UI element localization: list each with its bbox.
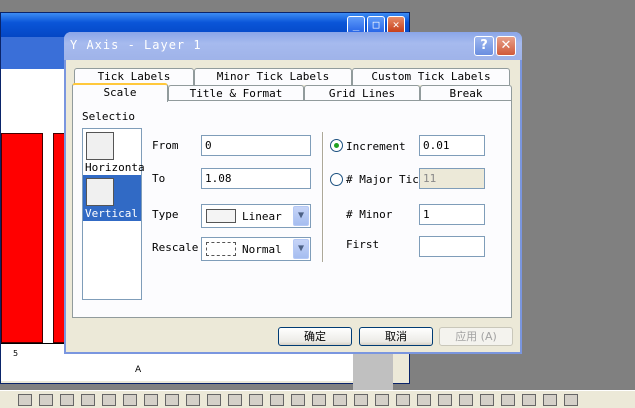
toolbar-icon[interactable] — [123, 393, 137, 406]
close-icon[interactable]: ✕ — [496, 36, 516, 56]
toolbar-icon[interactable] — [18, 393, 32, 406]
toolbar-icon[interactable] — [480, 393, 494, 406]
toolbar-icon[interactable] — [39, 393, 53, 406]
toolbar-icon[interactable] — [501, 393, 515, 406]
major-ticks-label: # Major Ticl — [346, 173, 426, 186]
linear-scale-icon — [206, 209, 236, 223]
selection-item-vertical[interactable]: Vertical — [83, 175, 141, 221]
toolbar-icon[interactable] — [291, 393, 305, 406]
toolbar-icon[interactable] — [165, 393, 179, 406]
x-tick-label: 5 — [13, 349, 19, 358]
toolbar-icon[interactable] — [375, 393, 389, 406]
to-label: To — [152, 172, 166, 185]
toolbar-icon[interactable] — [144, 393, 158, 406]
type-select[interactable]: Linear ▼ — [201, 204, 311, 228]
type-select-value: Linear — [242, 210, 282, 223]
chart-bar — [1, 133, 43, 343]
horizontal-axis-icon — [86, 132, 114, 160]
chevron-down-icon[interactable]: ▼ — [293, 206, 309, 226]
toolbar-icon[interactable] — [543, 393, 557, 406]
selection-item-horizontal[interactable]: Horizonta — [83, 129, 145, 175]
toolbar-icon[interactable] — [354, 393, 368, 406]
toolbar-icon[interactable] — [522, 393, 536, 406]
minor-ticks-input[interactable]: 1 — [419, 204, 485, 225]
toolbar-icon[interactable] — [228, 393, 242, 406]
from-label: From — [152, 139, 179, 152]
toolbar-icon[interactable] — [396, 393, 410, 406]
toolbar-icon[interactable] — [459, 393, 473, 406]
apply-button[interactable]: 应用 (A) — [439, 327, 513, 346]
selection-list[interactable]: Horizonta Vertical — [82, 128, 145, 300]
first-label: First — [346, 238, 380, 251]
toolbar-icon[interactable] — [60, 393, 74, 406]
toolbar-icon[interactable] — [249, 393, 263, 406]
increment-label: Increment — [346, 140, 406, 153]
major-ticks-radio[interactable] — [330, 173, 343, 186]
tab-scale[interactable]: Scale — [72, 83, 168, 102]
toolbar-icon[interactable] — [333, 393, 347, 406]
toolbar-icon[interactable] — [207, 393, 221, 406]
toolbar-icon[interactable] — [102, 393, 116, 406]
toolbar-icon[interactable] — [564, 393, 578, 406]
dialog-title: Y Axis - Layer 1 — [70, 38, 202, 52]
help-icon[interactable]: ? — [474, 36, 494, 56]
tab-minor-tick-labels[interactable]: Minor Tick Labels — [194, 68, 352, 85]
rescale-icon — [206, 242, 236, 256]
selection-item-label: Vertical — [85, 207, 138, 220]
rescale-label: Rescale — [152, 241, 199, 254]
to-input[interactable]: 1.08 — [201, 168, 311, 189]
y-axis-dialog: Y Axis - Layer 1 ? ✕ Tick Labels Minor T… — [64, 32, 522, 354]
from-input[interactable]: 0 — [201, 135, 311, 156]
x-axis-line — [1, 343, 71, 344]
toolbar-icon[interactable] — [417, 393, 431, 406]
cancel-button[interactable]: 取消 — [359, 327, 433, 346]
rescale-select[interactable]: Normal ▼ — [201, 237, 311, 261]
column-separator — [322, 132, 324, 262]
x-axis-label: A — [135, 365, 142, 375]
toolbar-icon[interactable] — [270, 393, 284, 406]
rescale-select-value: Normal — [242, 243, 282, 256]
increment-radio[interactable] — [330, 139, 343, 152]
dialog-title-bar[interactable]: Y Axis - Layer 1 ? ✕ — [64, 32, 522, 60]
major-ticks-input: 11 — [419, 168, 485, 189]
toolbar-icon[interactable] — [438, 393, 452, 406]
vertical-axis-icon — [86, 178, 114, 206]
toolbar-icon[interactable] — [186, 393, 200, 406]
type-label: Type — [152, 208, 179, 221]
chevron-down-icon[interactable]: ▼ — [293, 239, 309, 259]
ok-button[interactable]: 确定 — [278, 327, 352, 346]
increment-input[interactable]: 0.01 — [419, 135, 485, 156]
selection-label: Selectio — [82, 110, 135, 123]
gray-panel — [353, 353, 393, 393]
tab-custom-tick-labels[interactable]: Custom Tick Labels — [352, 68, 510, 85]
toolbar-icon[interactable] — [81, 393, 95, 406]
selection-item-label: Horizonta — [85, 161, 145, 174]
bottom-toolbar — [0, 390, 635, 408]
first-input[interactable] — [419, 236, 485, 257]
toolbar-icon[interactable] — [312, 393, 326, 406]
minor-ticks-label: # Minor — [346, 208, 393, 221]
